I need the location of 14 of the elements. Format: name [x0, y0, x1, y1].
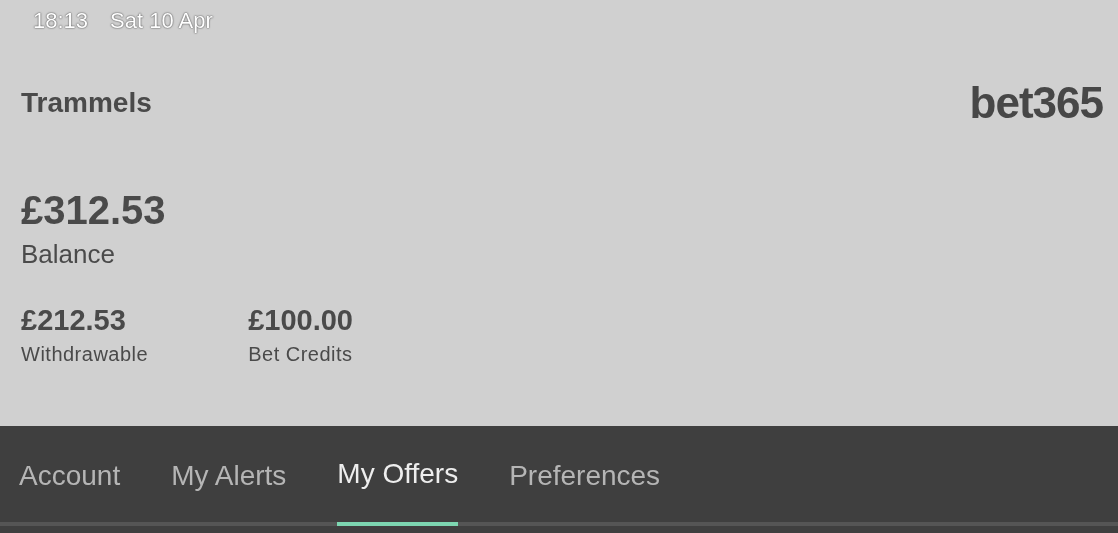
tab[interactable]: My Alerts [171, 426, 287, 526]
tab[interactable]: My Offers [337, 426, 459, 526]
logo: bet365 [969, 78, 1103, 128]
balance-label: Balance [21, 239, 115, 270]
sub-balance-amount: £212.53 [21, 304, 126, 337]
tab[interactable]: Account [19, 426, 121, 526]
status-time: 18:13 [33, 8, 89, 34]
balance-amount: £312.53 [21, 188, 166, 233]
sub-balance-label: Bet Credits [248, 343, 353, 366]
sub-balance-label: Withdrawable [21, 343, 149, 366]
username: Trammels [21, 87, 152, 119]
tab[interactable]: Preferences [509, 426, 661, 526]
sub-balance-amount: £100.00 [248, 304, 353, 337]
status-date: Sat 10 Apr [110, 8, 213, 34]
